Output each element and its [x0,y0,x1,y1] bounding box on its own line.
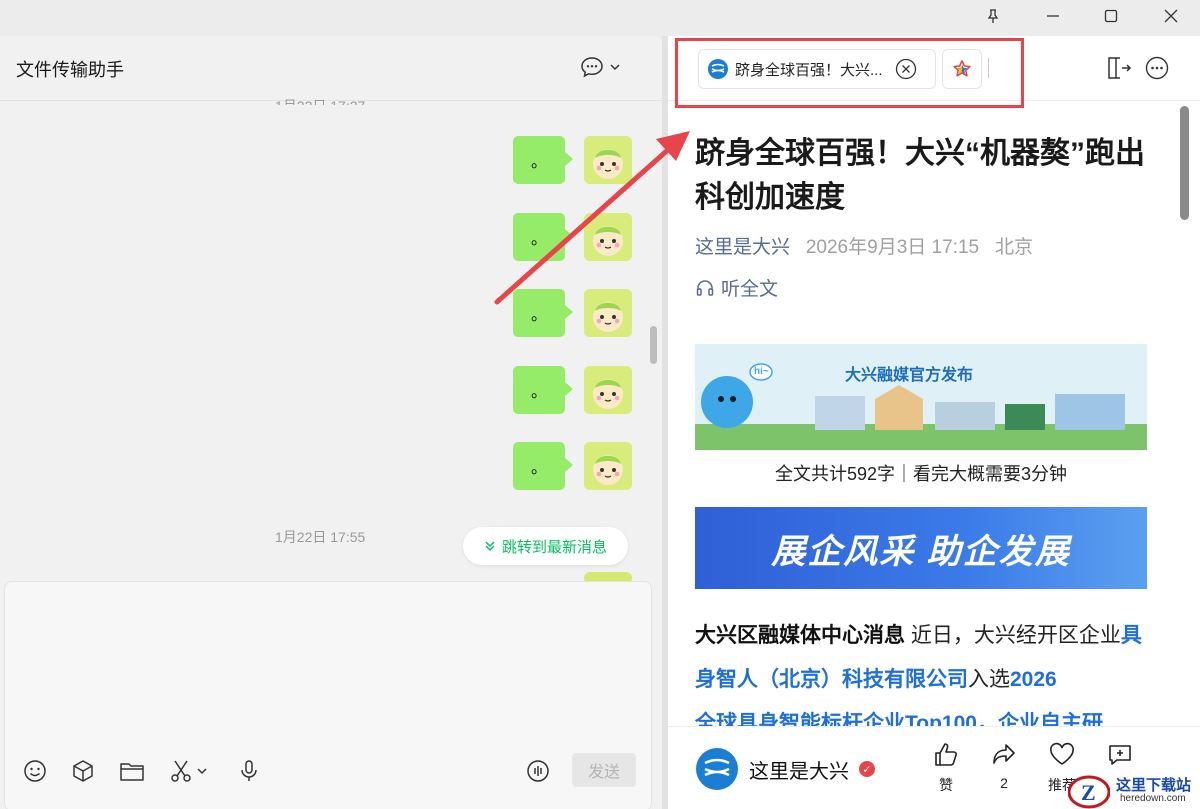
watermark-text: 这里下载站 [1116,777,1192,794]
svg-text:Z: Z [1081,780,1096,805]
annotation-arrow [494,131,690,305]
watermark-sub: heredown.com [1120,793,1186,804]
watermark-logo-icon: Z [1068,775,1110,809]
watermark: Z 这里下载站 heredown.com [1068,770,1200,809]
